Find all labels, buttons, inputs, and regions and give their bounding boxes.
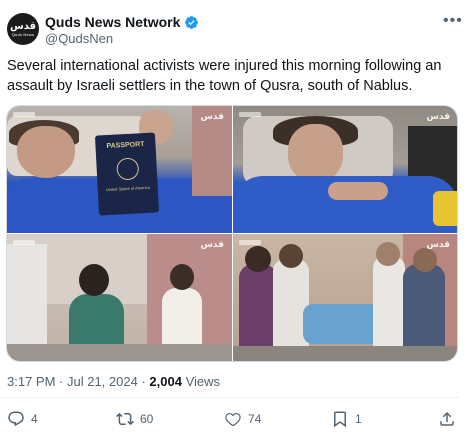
photo-3-girl-body [162,288,202,348]
retweet-icon [116,412,134,426]
photo-4[interactable]: قدس [233,234,457,361]
photo-1-badge [13,112,35,117]
tweet-text: Several international activists were inj… [7,58,442,94]
bookmark-button[interactable]: 1 [331,410,362,428]
tweet-time[interactable]: 3:17 PM [7,374,55,389]
photo-4-floor [233,346,457,361]
retweet-count: 60 [140,412,154,426]
more-dots-icon[interactable]: ••• [443,12,463,30]
passport-title: PASSPORT [106,141,145,151]
verified-badge-icon [185,15,199,29]
tweet-date[interactable]: Jul 21, 2024 [67,374,138,389]
photo-3-girl [162,264,202,354]
photo-1[interactable]: PASSPORT United States of America قدس [7,106,232,233]
passport-seal-icon [116,157,140,181]
action-bar: 4 60 74 1 [0,410,472,432]
photo-4-badge [239,240,261,245]
author-name-row: Quds News Network [45,13,199,31]
photo-4-person-1-head [245,246,271,272]
heart-icon [225,412,241,427]
photo-2-watermark: قدس [426,112,450,122]
photo-3-girl-head [170,264,194,290]
reply-icon [8,411,24,427]
bookmark-icon [334,411,346,428]
like-button[interactable]: 74 [224,410,261,428]
photo-1-face [17,126,75,178]
photo-3-watermark: قدس [200,240,224,250]
photo-3[interactable]: قدس [7,234,232,361]
photo-4-person-4-head [413,248,437,272]
passport-footer: United States of America [105,184,150,193]
photo-2-hands [328,182,388,200]
reply-button[interactable]: 4 [7,410,38,428]
share-icon [440,411,454,426]
avatar-logo-text: قدس [9,20,37,32]
photo-2-badge [239,112,261,117]
photo-4-watermark: قدس [426,240,450,250]
passport: PASSPORT United States of America [94,132,160,216]
meta-separator: · [55,374,67,389]
photo-2-yellow-object [433,191,457,226]
photo-4-person-2-head [279,244,303,268]
avatar-logo-sub: Quds News [11,31,35,37]
share-button[interactable] [438,410,456,428]
views-count: 2,004 [149,374,182,389]
avatar[interactable]: قدس Quds News [7,13,39,45]
views-label: Views [185,374,221,389]
photo-1-watermark: قدس [200,112,224,122]
photo-3-woman-head [79,264,109,296]
reply-count: 4 [31,412,38,426]
photo-2-face [288,124,343,182]
media-grid: PASSPORT United States of America قدس قد… [6,105,458,362]
photo-3-floor [7,344,232,361]
like-count: 74 [248,412,262,426]
tweet-meta: 3:17 PM · Jul 21, 2024 · 2,004 Views [7,374,220,389]
display-name[interactable]: Quds News Network [45,14,180,30]
photo-4-person-3-head [376,242,400,266]
account-handle[interactable]: @QudsNen [45,31,113,46]
bookmark-count: 1 [355,412,362,426]
retweet-button[interactable]: 60 [116,410,153,428]
photo-3-badge [13,240,35,245]
divider [0,397,460,398]
photo-2[interactable]: قدس [233,106,457,233]
